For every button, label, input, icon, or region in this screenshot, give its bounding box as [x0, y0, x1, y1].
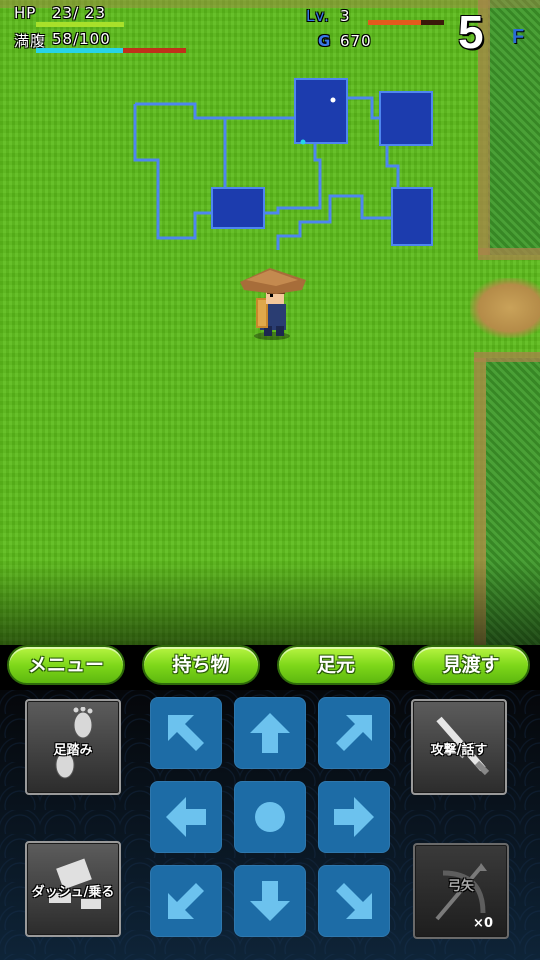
arrow-up-left-icon [168, 715, 204, 751]
exp-bar-fill [368, 20, 422, 25]
hp-bar-fill [36, 22, 124, 27]
dpad-down[interactable] [234, 865, 306, 937]
hp-label: HP [14, 4, 37, 22]
gold-label: G [318, 32, 332, 50]
player-character [240, 268, 306, 340]
dash-button[interactable]: ダッシュ/乗る [25, 841, 121, 937]
arrow-right-icon [334, 797, 374, 837]
level-label: Lv. [306, 7, 330, 25]
arrow-label: 弓矢 [447, 879, 474, 894]
attack-button[interactable]: 攻撃/話す [411, 699, 507, 795]
control-panel: 足踏み 攻撃/話す ダッシュ/乗る 弓矢 ×0 [0, 690, 540, 960]
dpad-down-left[interactable] [150, 865, 222, 937]
level-value: 3 [340, 7, 351, 25]
arrow-down-icon [250, 881, 290, 921]
arrow-up-right-icon [336, 715, 372, 751]
dash-label: ダッシュ/乗る [31, 885, 115, 900]
menu-button[interactable]: メニュー [7, 645, 125, 685]
arrow-button[interactable]: 弓矢 ×0 [413, 843, 509, 939]
hp-value: 23/ 23 [52, 4, 106, 22]
minimap-rooms [211, 78, 433, 246]
dpad-up-right[interactable] [318, 697, 390, 769]
attack-label: 攻撃/話す [430, 743, 488, 758]
minimap-player-marker [300, 139, 306, 145]
dpad-left[interactable] [150, 781, 222, 853]
minimap-corridors [133, 96, 400, 250]
feet-button[interactable]: 足元 [277, 645, 395, 685]
game-field[interactable] [0, 0, 540, 645]
arrow-left-icon [166, 797, 206, 837]
dpad-up[interactable] [234, 697, 306, 769]
circle-icon [255, 802, 285, 832]
arrow-up-icon [250, 713, 290, 753]
step-button[interactable]: 足踏み [25, 699, 121, 795]
dpad-center-wait[interactable] [234, 781, 306, 853]
step-label: 足踏み [53, 743, 93, 758]
floor-unit: F [512, 26, 525, 48]
dpad-down-right[interactable] [318, 865, 390, 937]
arrow-down-left-icon [168, 883, 204, 919]
look-around-button[interactable]: 見渡す [412, 645, 530, 685]
floor-number: 5 [458, 6, 484, 58]
items-button[interactable]: 持ち物 [142, 645, 260, 685]
arrow-count: ×0 [473, 916, 493, 931]
minimap-item-marker [330, 97, 336, 103]
fullness-value: 58/100 [52, 30, 111, 48]
dpad-right[interactable] [318, 781, 390, 853]
fullness-bar-fill [36, 48, 123, 53]
dpad-up-left[interactable] [150, 697, 222, 769]
gold-value: 670 [340, 32, 372, 50]
field-bottom-shade [0, 560, 540, 645]
arrow-down-right-icon [336, 883, 372, 919]
